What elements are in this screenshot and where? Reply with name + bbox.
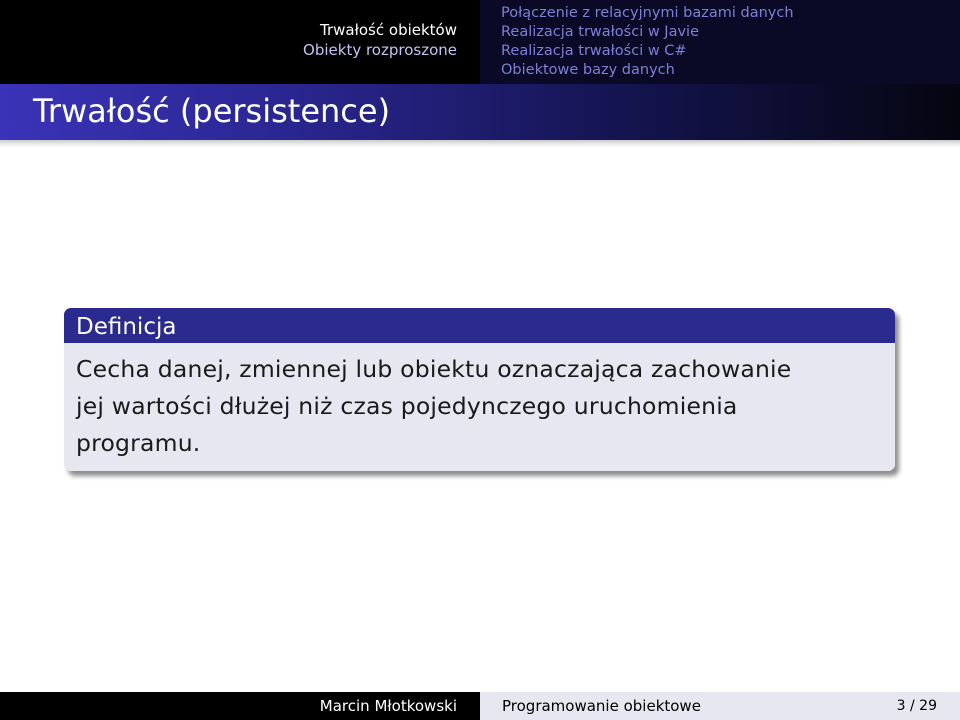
- frame-title-bar: Trwałość (persistence): [0, 84, 960, 140]
- definition-title: Definicja: [76, 314, 177, 340]
- footer-presentation-title: Programowanie obiektowe: [502, 697, 701, 715]
- definition-block: Definicja Cecha danej, zmiennej lub obie…: [64, 308, 895, 471]
- frame-title: Trwałość (persistence): [33, 92, 391, 130]
- nav-subsection-csharp[interactable]: Realizacja trwałości w C#: [501, 42, 794, 61]
- subsection-navigation: Połączenie z relacyjnymi bazami danych R…: [480, 0, 960, 84]
- footer-title-panel: Programowanie obiektowe 3 / 29: [480, 692, 960, 720]
- nav-section-distributed-objects[interactable]: Obiekty rozproszone: [303, 40, 457, 60]
- section-navigation: Trwałość obiektów Obiekty rozproszone: [0, 0, 480, 84]
- footer-author-panel: Marcin Młotkowski: [0, 692, 480, 720]
- definition-line: programu.: [76, 429, 201, 457]
- footer: Marcin Młotkowski Programowanie obiektow…: [0, 692, 960, 720]
- nav-subsection-object-db[interactable]: Obiektowe bazy danych: [501, 61, 794, 80]
- nav-section-persistence[interactable]: Trwałość obiektów: [320, 20, 457, 40]
- nav-subsection-java[interactable]: Realizacja trwałości w Javie: [501, 23, 794, 42]
- definition-line: Cecha danej, zmiennej lub obiektu oznacz…: [76, 355, 792, 383]
- definition-block-body: Cecha danej, zmiennej lub obiektu oznacz…: [64, 343, 895, 471]
- definition-line: jej wartości dłużej niż czas pojedynczeg…: [76, 392, 738, 420]
- nav-subsection-relational-db[interactable]: Połączenie z relacyjnymi bazami danych: [501, 4, 794, 23]
- subsection-list: Połączenie z relacyjnymi bazami danych R…: [501, 4, 794, 80]
- title-shadow: [0, 140, 960, 148]
- footer-page-number: 3 / 29: [896, 698, 937, 714]
- definition-block-header: Definicja: [64, 308, 895, 343]
- footer-author: Marcin Młotkowski: [319, 697, 457, 715]
- navigation-header: Trwałość obiektów Obiekty rozproszone Po…: [0, 0, 960, 84]
